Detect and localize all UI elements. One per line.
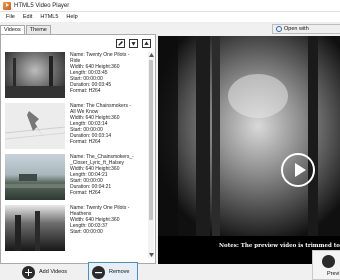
menu-file[interactable]: File (6, 14, 15, 20)
video-thumbnail (5, 205, 65, 251)
tab-theme[interactable]: Theme (25, 25, 51, 34)
video-list[interactable]: Name: Twenty One Pilots - Ride Width: 640… (5, 52, 145, 258)
up-icon[interactable] (142, 39, 151, 48)
video-list-panel: Name: Twenty One Pilots - Ride Width: 640… (0, 34, 156, 264)
title-bar: HTML5 Video Player (0, 0, 340, 12)
list-scrollbar[interactable] (148, 52, 154, 258)
preview-icon (322, 255, 335, 268)
tab-videos[interactable]: Videos (0, 25, 25, 34)
window-title: HTML5 Video Player (14, 2, 70, 9)
video-thumbnail (5, 103, 65, 149)
plus-icon (22, 265, 35, 279)
bottom-bar: Add Videos Remove (0, 262, 340, 280)
video-thumbnail (5, 52, 65, 98)
remove-button[interactable]: Remove (88, 262, 139, 280)
preview-label: Previ (327, 271, 340, 277)
video-info: Name: Twenty One Pilots - Heathens Width:… (70, 205, 130, 235)
remove-label: Remove (109, 269, 130, 275)
download-icon[interactable] (129, 39, 138, 48)
scroll-down-arrow-icon[interactable] (148, 252, 154, 258)
scroll-thumb[interactable] (149, 60, 153, 220)
globe-icon (276, 26, 282, 32)
list-item[interactable]: Name: Twenty One Pilots - Ride Width: 640… (5, 52, 145, 98)
open-with-button[interactable]: Open with (272, 24, 340, 34)
play-icon[interactable] (281, 153, 315, 187)
list-item[interactable]: Name: Twenty One Pilots - Heathens Width:… (5, 205, 145, 251)
video-info: Name: The_Chainsmokers_- _Closer_Lyric_ft… (70, 154, 134, 196)
menu-bar: File Edit HTML5 Help (0, 12, 340, 22)
minus-icon (92, 265, 105, 279)
video-thumbnail (5, 154, 65, 200)
list-item[interactable]: Name: The_Chainsmokers_- _Closer_Lyric_ft… (5, 154, 145, 200)
preview-button[interactable]: Previ (312, 250, 340, 280)
app-icon (3, 1, 11, 10)
video-info: Name: The Chainsmokers - All We Know Widt… (70, 103, 132, 145)
scroll-up-arrow-icon[interactable] (148, 52, 154, 58)
open-with-label: Open with (284, 26, 309, 32)
add-videos-label: Add Videos (39, 269, 68, 275)
add-videos-button[interactable]: Add Videos (22, 262, 67, 280)
menu-help[interactable]: Help (66, 14, 77, 20)
tab-strip: Videos Theme (0, 25, 52, 34)
menu-edit[interactable]: Edit (23, 14, 32, 20)
edit-icon[interactable] (116, 39, 125, 48)
video-preview[interactable]: Notes: The preview video is trimmed to 6… (158, 36, 340, 264)
video-info: Name: Twenty One Pilots - Ride Width: 640… (70, 52, 130, 94)
list-item[interactable]: Name: The Chainsmokers - All We Know Widt… (5, 103, 145, 149)
menu-html5[interactable]: HTML5 (40, 14, 58, 20)
list-toolbar (116, 39, 151, 48)
preview-frame (158, 36, 340, 236)
